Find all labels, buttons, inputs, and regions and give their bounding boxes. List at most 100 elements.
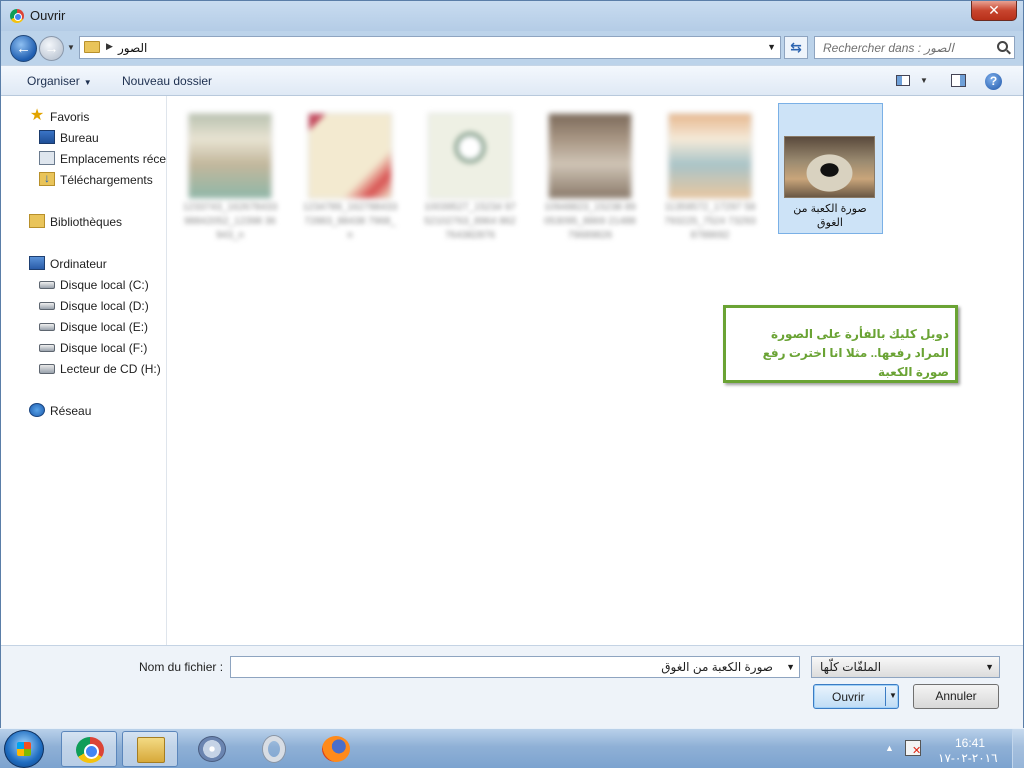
firefox-icon xyxy=(322,736,350,762)
file-name: 11359572_17297 58793225_7524 73293878869… xyxy=(664,202,756,241)
sidebar-item-drive-f[interactable]: Disque local (F:) xyxy=(1,338,166,358)
file-thumbnail xyxy=(548,113,632,199)
chevron-down-icon[interactable]: ▼ xyxy=(985,662,994,672)
file-name: 10039527_15234 9752102763_8964 862764382… xyxy=(424,202,516,241)
sidebar-item-label: Disque local (C:) xyxy=(60,278,149,292)
sidebar-item-drive-e[interactable]: Disque local (E:) xyxy=(1,317,166,337)
chevron-down-icon[interactable]: ▼ xyxy=(920,76,928,85)
sidebar-item-network[interactable]: Réseau xyxy=(1,401,166,421)
breadcrumb[interactable]: الصور xyxy=(118,41,147,55)
clock-time[interactable]: 16:41 xyxy=(955,736,985,750)
sidebar-item-drive-c[interactable]: Disque local (C:) xyxy=(1,275,166,295)
file-item[interactable]: 10948823_15238 89053095_8869 21488796898… xyxy=(538,103,642,263)
file-thumbnail xyxy=(784,136,875,198)
close-button[interactable]: ✕ xyxy=(971,1,1017,21)
address-bar[interactable]: ▶ الصور ▼ xyxy=(79,36,781,59)
sidebar-item-label: Disque local (D:) xyxy=(60,299,149,313)
chevron-down-icon[interactable]: ▼ xyxy=(767,42,776,52)
taskbar-app-firefox[interactable] xyxy=(308,731,364,767)
clock-date[interactable]: ٢٠١٦-٠٢-١٧ xyxy=(938,751,998,765)
view-mode-icon[interactable] xyxy=(896,75,910,86)
sidebar-item-libraries[interactable]: Bibliothèques xyxy=(1,212,166,232)
libraries-icon xyxy=(29,214,45,228)
taskbar-app-explorer[interactable] xyxy=(122,731,178,767)
search-icon[interactable] xyxy=(997,41,1008,52)
taskbar: ▲ 16:41 ٢٠١٦-٠٢-١٧ xyxy=(0,728,1024,768)
dvd-icon xyxy=(198,736,226,762)
file-thumbnail xyxy=(668,113,752,199)
action-center-flag-icon[interactable] xyxy=(905,740,921,757)
sidebar-item-computer[interactable]: Ordinateur xyxy=(1,254,166,274)
chevron-down-icon[interactable]: ▼ xyxy=(786,662,795,672)
sidebar-item-label: Disque local (F:) xyxy=(60,341,148,355)
annotation-callout: دوبل كليك بالفأرة على الصورة المراد رفعه… xyxy=(723,305,958,383)
sidebar-item-label: Emplacements récents xyxy=(60,152,167,166)
recent-places-icon xyxy=(39,151,55,165)
network-icon xyxy=(29,403,45,417)
cd-drive-icon xyxy=(39,364,55,374)
taskbar-app-opera[interactable] xyxy=(246,731,302,767)
sidebar-item-drive-h[interactable]: Lecteur de CD (H:) xyxy=(1,359,166,379)
file-thumbnail xyxy=(428,113,512,199)
open-button[interactable]: Ouvrir ▼ xyxy=(813,684,899,709)
downloads-icon xyxy=(39,171,55,186)
navigation-pane[interactable]: ★ Favoris Bureau Emplacements récents Té… xyxy=(1,96,167,645)
title-bar[interactable]: Ouvrir ✕ xyxy=(1,1,1023,31)
file-thumbnail xyxy=(188,113,272,199)
cancel-button[interactable]: Annuler xyxy=(913,684,999,709)
sidebar-item-recent[interactable]: Emplacements récents xyxy=(1,149,167,169)
file-name-panel: Nom du fichier : صورة الكعبة من الغوق ▼ … xyxy=(1,645,1023,728)
preview-pane-icon[interactable] xyxy=(951,74,966,87)
organise-label: Organiser xyxy=(27,74,80,88)
taskbar-app-dvd-maker[interactable] xyxy=(184,731,240,767)
show-desktop-button[interactable] xyxy=(1012,729,1024,768)
sidebar-item-label: Ordinateur xyxy=(50,257,107,271)
forward-button[interactable]: → xyxy=(39,36,64,61)
computer-icon xyxy=(29,256,45,270)
command-toolbar: Organiser ▼ Nouveau dossier ▼ ? xyxy=(1,65,1023,96)
file-name: 10948823_15238 89053095_8869 21488796898… xyxy=(544,202,636,241)
search-input[interactable]: Rechercher dans : الصور xyxy=(814,36,1015,59)
start-button[interactable] xyxy=(4,730,44,768)
file-type-select[interactable]: الملفّات كلّها ▼ xyxy=(811,656,1000,678)
chevron-down-icon[interactable]: ▼ xyxy=(889,691,897,700)
chevron-right-icon[interactable]: ▶ xyxy=(106,41,113,52)
file-item[interactable]: 1233743_16267843398842052_12398 36943_n xyxy=(178,103,282,263)
chrome-icon xyxy=(10,9,24,23)
filename-label: Nom du fichier : xyxy=(139,660,224,674)
sidebar-item-desktop[interactable]: Bureau xyxy=(1,128,166,148)
organise-menu[interactable]: Organiser ▼ xyxy=(27,74,92,88)
file-type-value: الملفّات كلّها xyxy=(820,660,882,674)
file-thumbnail xyxy=(308,113,392,199)
desktop-icon xyxy=(39,130,55,144)
search-placeholder: Rechercher dans : الصور xyxy=(823,41,954,55)
file-item[interactable]: 10039527_15234 9752102763_8964 862764382… xyxy=(418,103,522,263)
filename-value: صورة الكعبة من الغوق xyxy=(661,660,773,674)
chevron-down-icon: ▼ xyxy=(83,78,92,87)
main-content: ★ Favoris Bureau Emplacements récents Té… xyxy=(1,96,1023,645)
opera-icon xyxy=(263,736,285,762)
back-button[interactable]: ← xyxy=(10,35,37,62)
folder-icon xyxy=(84,41,100,53)
file-name: 1234789_16278843372883_88438 7968_n xyxy=(302,202,398,241)
sidebar-item-downloads[interactable]: Téléchargements xyxy=(1,170,166,190)
refresh-button[interactable]: ⇆ xyxy=(784,36,808,59)
folder-icon xyxy=(137,737,165,763)
filename-input[interactable]: صورة الكعبة من الغوق ▼ xyxy=(230,656,800,678)
file-item[interactable]: 1234789_16278843372883_88438 7968_n xyxy=(298,103,402,263)
sidebar-item-label: Favoris xyxy=(50,110,90,124)
help-icon[interactable]: ? xyxy=(985,73,1002,90)
open-label: Ouvrir xyxy=(832,690,865,704)
sidebar-item-drive-d[interactable]: Disque local (D:) xyxy=(1,296,166,316)
new-folder-button[interactable]: Nouveau dossier xyxy=(122,74,212,88)
chrome-icon xyxy=(76,737,104,763)
hard-drive-icon xyxy=(39,302,55,310)
file-item[interactable]: 11359572_17297 58793225_7524 73293878869… xyxy=(658,103,762,263)
tray-expand-icon[interactable]: ▲ xyxy=(885,743,894,753)
sidebar-item-label: Téléchargements xyxy=(60,173,153,187)
taskbar-app-chrome[interactable] xyxy=(61,731,117,767)
file-item-selected[interactable]: صورة الكعبة من الغوق xyxy=(778,103,883,234)
history-dropdown-icon[interactable]: ▼ xyxy=(67,43,75,52)
sidebar-item-label: Disque local (E:) xyxy=(60,320,149,334)
sidebar-item-favorites[interactable]: ★ Favoris xyxy=(1,107,166,127)
